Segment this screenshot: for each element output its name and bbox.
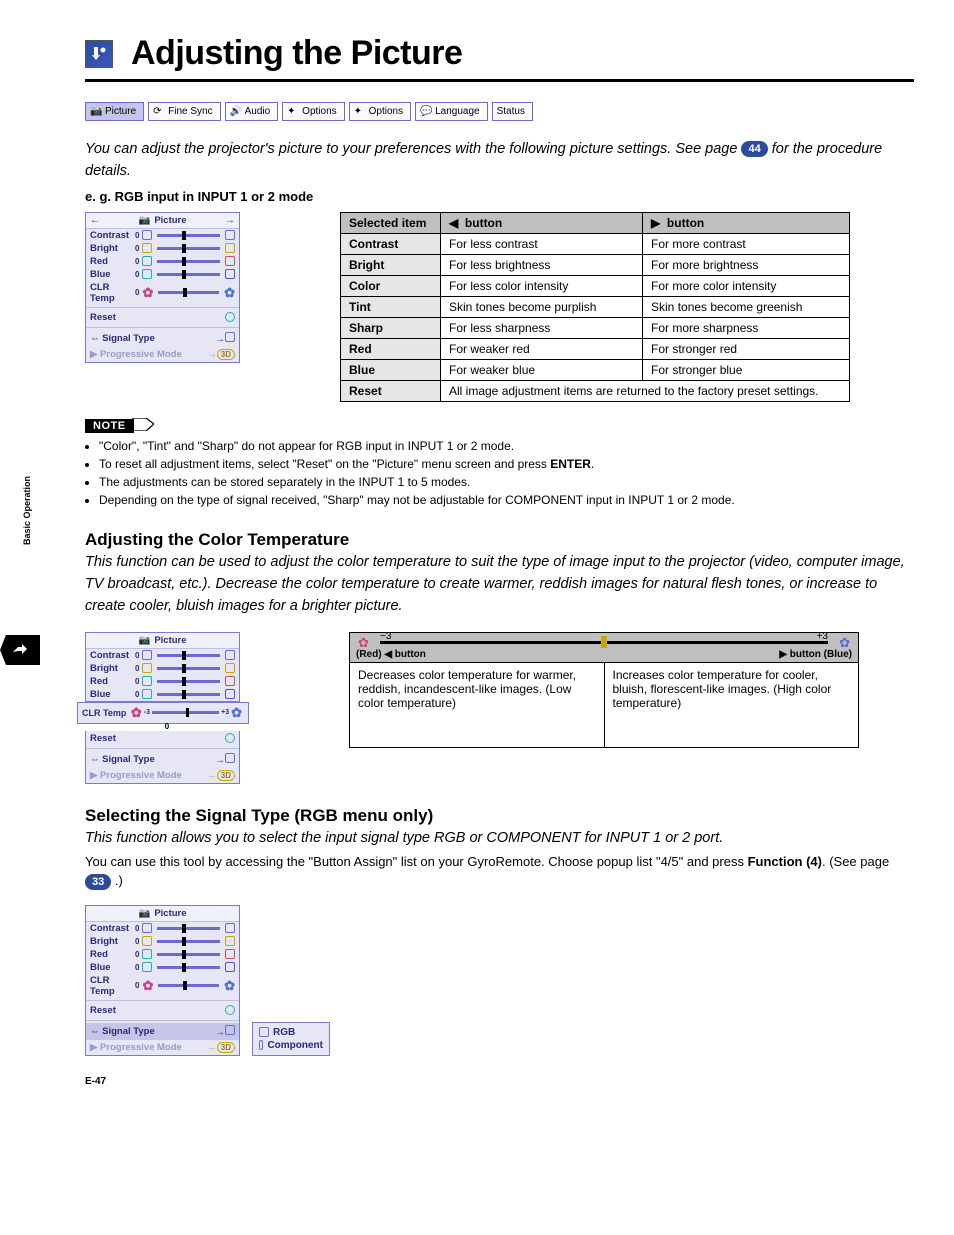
note-label: NOTE — [85, 419, 134, 433]
section-color-temp-intro: This function can be used to adjust the … — [85, 552, 914, 617]
table-row: BlueFor weaker blueFor stronger blue — [341, 359, 850, 380]
tab-language[interactable]: 💬Language — [415, 102, 488, 121]
osd-picture-menu-1: ←📷 Picture→ Contrast0 Bright0 Red0 Blue0… — [85, 212, 240, 363]
page-ref-badge: 44 — [741, 141, 767, 157]
submenu-item-rgb[interactable]: RGB — [259, 1026, 323, 1039]
tab-audio[interactable]: 🔊Audio — [225, 102, 279, 121]
col-left-button: ◀ button — [441, 212, 643, 233]
section-signal-type-intro: This function allows you to select the i… — [85, 828, 914, 850]
note-item: "Color", "Tint" and "Sharp" do not appea… — [99, 438, 914, 454]
note-arrow-icon — [132, 418, 154, 434]
note-item: The adjustments can be stored separately… — [99, 474, 914, 490]
osd-picture-menu-2: 📷 Picture Contrast0 Bright0 Red0 Blue0 — [85, 632, 240, 702]
col-right-button: ▶ button — [643, 212, 850, 233]
ct-slider: ✿ −3 +3 ✿ — [356, 635, 852, 649]
table-row: RedFor weaker redFor stronger red — [341, 338, 850, 359]
tab-options-2[interactable]: ✦Options — [349, 102, 411, 121]
section-signal-type-heading: Selecting the Signal Type (RGB menu only… — [85, 806, 914, 826]
title-icon — [85, 40, 113, 68]
adjustment-table: Selected item ◀ button ▶ button Contrast… — [340, 212, 850, 402]
ct-left-desc: Decreases color temperature for warmer, … — [350, 662, 605, 747]
osd-picture-menu-3: 📷 Picture Contrast0 Bright0 Red0 Blue0 C… — [85, 905, 240, 1056]
table-row-reset: ResetAll image adjustment items are retu… — [341, 380, 850, 401]
title-divider — [85, 79, 914, 82]
page-number: E-47 — [85, 1076, 914, 1087]
ct-right-desc: Increases color temperature for cooler, … — [604, 662, 859, 747]
submenu-item-component[interactable]: Component — [259, 1039, 323, 1052]
side-tab: Basic Operation — [0, 545, 40, 695]
side-tab-icon — [0, 635, 40, 665]
note-item: To reset all adjustment items, select "R… — [99, 456, 914, 472]
table-row: BrightFor less brightnessFor more bright… — [341, 254, 850, 275]
table-row: TintSkin tones become purplishSkin tones… — [341, 296, 850, 317]
tab-fine-sync[interactable]: ⟳Fine Sync — [148, 102, 220, 121]
clr-temp-slider-strip: CLR Temp ✿ -3 +3 ✿ — [77, 702, 249, 724]
signal-type-submenu: RGB Component — [252, 1022, 330, 1056]
note-item: Depending on the type of signal received… — [99, 492, 914, 508]
table-row: ColorFor less color intensityFor more co… — [341, 275, 850, 296]
example-caption: e. g. RGB input in INPUT 1 or 2 mode — [85, 189, 914, 204]
intro-text: You can adjust the projector's picture t… — [85, 139, 914, 183]
side-tab-label: Basic Operation — [22, 476, 32, 545]
color-temp-table: ✿ −3 +3 ✿ (Red) ◀ button ▶ button (Blue)… — [349, 632, 859, 748]
table-row: SharpFor less sharpnessFor more sharpnes… — [341, 317, 850, 338]
section-color-temp-heading: Adjusting the Color Temperature — [85, 530, 914, 550]
osd-wrap-2: 📷 Picture Contrast0 Bright0 Red0 Blue0 C… — [85, 632, 249, 784]
page-ref-badge-2: 33 — [85, 874, 111, 890]
table-row: ContrastFor less contrastFor more contra… — [341, 233, 850, 254]
tab-options-1[interactable]: ✦Options — [282, 102, 344, 121]
tab-picture[interactable]: 📷Picture — [85, 102, 144, 121]
menu-tabs: 📷Picture ⟳Fine Sync 🔊Audio ✦Options ✦Opt… — [85, 102, 914, 121]
osd-picture-menu-2b: Reset ⇔ Signal Type→ ▶ Progressive Mode→… — [85, 731, 240, 784]
tab-status[interactable]: Status — [492, 102, 533, 121]
col-selected-item: Selected item — [341, 212, 441, 233]
section-signal-type-body: You can use this tool by accessing the "… — [85, 853, 914, 891]
notes-block: NOTE "Color", "Tint" and "Sharp" do not … — [85, 418, 914, 509]
page-title: Adjusting the Picture — [131, 34, 462, 73]
